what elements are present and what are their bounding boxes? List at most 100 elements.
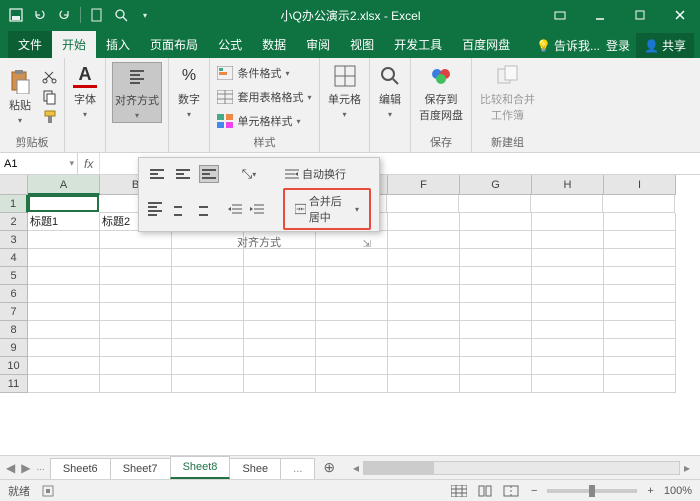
cell[interactable] (460, 231, 532, 249)
cell[interactable] (316, 267, 388, 285)
tab-insert[interactable]: 插入 (96, 31, 140, 58)
cell[interactable] (387, 195, 459, 213)
cell[interactable] (100, 267, 172, 285)
increase-indent-button[interactable] (249, 200, 266, 218)
zoom-slider[interactable] (547, 489, 637, 493)
tab-data[interactable]: 数据 (252, 31, 296, 58)
zoom-level[interactable]: 100% (664, 485, 692, 497)
close-icon[interactable] (660, 0, 700, 30)
align-middle-button[interactable] (173, 165, 193, 183)
add-sheet-button[interactable]: ⊕ (315, 456, 343, 479)
cell[interactable] (604, 357, 676, 375)
col-header[interactable]: I (604, 175, 676, 195)
sheet-tab[interactable]: Sheet7 (110, 458, 171, 479)
cell[interactable] (244, 357, 316, 375)
cell[interactable] (532, 249, 604, 267)
col-header[interactable]: H (532, 175, 604, 195)
sheet-next-icon[interactable]: ▶ (21, 461, 30, 475)
tab-home[interactable]: 开始 (52, 31, 96, 58)
cell[interactable] (459, 195, 531, 213)
cell[interactable] (28, 339, 100, 357)
decrease-indent-button[interactable] (226, 200, 243, 218)
cell[interactable] (460, 213, 532, 231)
sheet-tab[interactable]: Sheet6 (50, 458, 111, 479)
cell[interactable] (244, 375, 316, 393)
cell[interactable] (100, 357, 172, 375)
col-header[interactable]: F (388, 175, 460, 195)
tab-review[interactable]: 审阅 (296, 31, 340, 58)
cell[interactable] (388, 303, 460, 321)
scroll-right-icon[interactable]: ▸ (680, 461, 694, 475)
cell[interactable] (604, 375, 676, 393)
cell[interactable] (388, 375, 460, 393)
cut-icon[interactable] (42, 69, 58, 85)
cell[interactable] (388, 339, 460, 357)
ribbon-display-icon[interactable] (540, 0, 580, 30)
name-box[interactable]: A1 (0, 153, 78, 174)
cell[interactable] (603, 195, 675, 213)
cell-style-button[interactable]: 单元格样式▾ (217, 111, 311, 131)
cell[interactable] (460, 249, 532, 267)
cell[interactable] (100, 303, 172, 321)
editing-button[interactable]: 编辑 ▾ (376, 62, 404, 121)
tab-file[interactable]: 文件 (8, 31, 52, 58)
horizontal-scrollbar[interactable]: ◂ ▸ (343, 456, 700, 479)
select-all-corner[interactable] (0, 175, 28, 195)
row-header[interactable]: 10 (0, 357, 28, 375)
cell[interactable] (172, 357, 244, 375)
cell[interactable] (172, 339, 244, 357)
cell[interactable] (100, 249, 172, 267)
tab-layout[interactable]: 页面布局 (140, 31, 208, 58)
row-header[interactable]: 1 (0, 195, 28, 213)
cell[interactable] (316, 375, 388, 393)
cell[interactable] (28, 267, 100, 285)
sheet-prev-icon[interactable]: ◀ (6, 461, 15, 475)
row-header[interactable]: 9 (0, 339, 28, 357)
cell[interactable] (388, 213, 460, 231)
cell[interactable] (316, 339, 388, 357)
cell[interactable] (100, 321, 172, 339)
cell[interactable] (28, 285, 100, 303)
cell[interactable] (28, 231, 100, 249)
cell[interactable] (532, 303, 604, 321)
align-center-button[interactable] (170, 200, 187, 218)
login-link[interactable]: 登录 (606, 37, 630, 54)
cell[interactable] (316, 303, 388, 321)
tab-baidu[interactable]: 百度网盘 (452, 31, 520, 58)
align-right-button[interactable] (193, 200, 210, 218)
alignment-button[interactable]: 对齐方式 ▾ (112, 62, 162, 123)
tab-dev[interactable]: 开发工具 (384, 31, 452, 58)
cell[interactable] (388, 267, 460, 285)
cell[interactable] (316, 321, 388, 339)
cell[interactable] (244, 321, 316, 339)
cell[interactable] (28, 375, 100, 393)
cell[interactable] (172, 267, 244, 285)
font-button[interactable]: A 字体 ▾ (71, 62, 99, 121)
normal-view-icon[interactable] (449, 483, 469, 499)
cell[interactable] (604, 285, 676, 303)
cell[interactable] (388, 231, 460, 249)
cell[interactable] (604, 321, 676, 339)
cell[interactable] (460, 321, 532, 339)
page-break-view-icon[interactable] (501, 483, 521, 499)
copy-icon[interactable] (42, 89, 58, 105)
col-header[interactable]: A (28, 175, 100, 195)
row-header[interactable]: 3 (0, 231, 28, 249)
sheet-tab-more[interactable]: ... (280, 458, 315, 479)
cell[interactable] (604, 303, 676, 321)
cell[interactable] (604, 267, 676, 285)
row-header[interactable]: 5 (0, 267, 28, 285)
align-bottom-button[interactable] (199, 165, 219, 183)
tab-view[interactable]: 视图 (340, 31, 384, 58)
cell[interactable] (460, 285, 532, 303)
orientation-button[interactable]: ⤡▾ (239, 165, 259, 183)
tab-formula[interactable]: 公式 (208, 31, 252, 58)
merge-center-button[interactable]: 合并后居中▾ (289, 191, 365, 227)
qat-dropdown-icon[interactable]: ▾ (137, 7, 153, 23)
minimize-icon[interactable] (580, 0, 620, 30)
row-header[interactable]: 4 (0, 249, 28, 267)
cell[interactable] (532, 357, 604, 375)
cell[interactable] (532, 231, 604, 249)
zoom-in-button[interactable]: + (643, 485, 657, 497)
cell[interactable] (532, 213, 604, 231)
